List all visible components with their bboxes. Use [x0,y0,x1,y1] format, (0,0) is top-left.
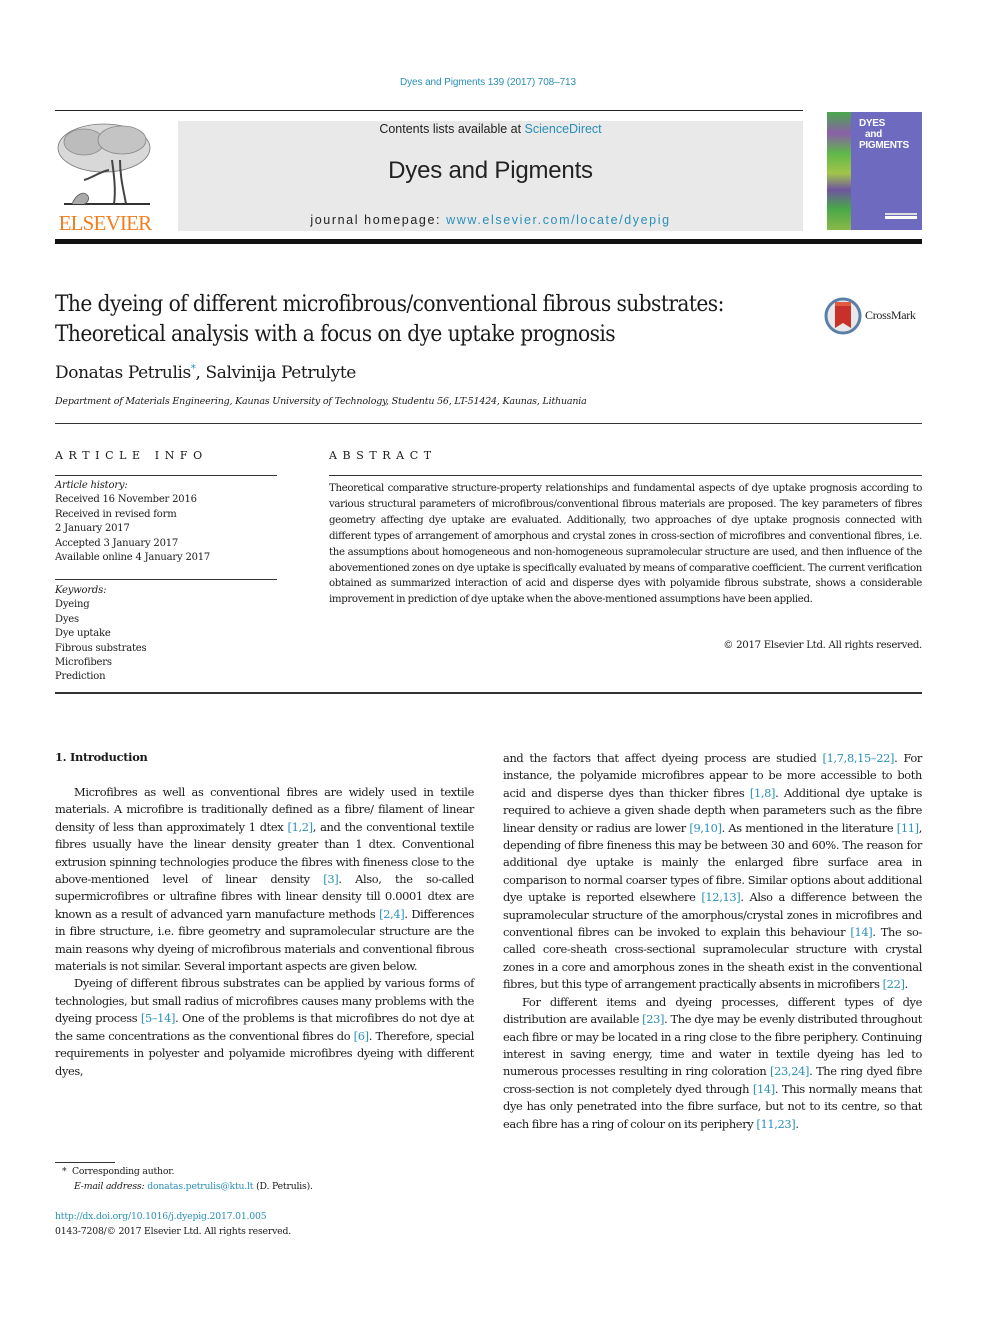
abstract-copyright: © 2017 Elsevier Ltd. All rights reserved… [723,640,922,651]
keyword-item: Prediction [55,671,106,683]
body-paragraph: For different items and dyeing processes… [503,994,922,1133]
citation-link[interactable]: [1,7,8,15–22] [823,751,895,765]
issn-copyright-line: 0143-7208/© 2017 Elsevier Ltd. All right… [55,1226,291,1237]
body-column-right: and the factors that affect dyeing proce… [503,750,922,1133]
article-title: The dyeing of different microfibrous/con… [55,289,815,349]
history-item: Received 16 November 2016 [55,494,197,506]
journal-cover-image[interactable]: DYES and PIGMENTS [827,112,922,230]
author-separator: , [195,363,206,383]
header-top-rule [55,110,803,112]
journal-name: Dyes and Pigments [388,157,593,184]
article-title-line-1: The dyeing of different microfibrous/con… [55,291,724,317]
contents-prefix: Contents lists available at [379,122,525,136]
citation-link[interactable]: [23,24] [770,1064,809,1078]
history-item: Available online 4 January 2017 [55,552,211,564]
journal-homepage-line: journal homepage: www.elsevier.com/locat… [178,213,803,227]
affiliation-rule [55,423,922,424]
paragraph-text: . [795,1116,799,1131]
history-item: 2 January 2017 [55,523,130,535]
citation-link[interactable]: [9,10] [689,821,722,835]
keyword-item: Dye uptake [55,628,111,640]
citation-link[interactable]: [11,23] [756,1117,795,1131]
journal-citation-link[interactable]: Dyes and Pigments 139 (2017) 708–713 [0,77,976,88]
elsevier-logo[interactable]: ELSEVIER [52,120,158,235]
article-info-heading: ARTICLE INFO [55,449,208,462]
front-matter-rule [55,692,922,694]
cover-publisher-mark [885,212,917,222]
citation-link[interactable]: [3] [323,872,338,886]
keywords: Keywords: Dyeing Dyes Dye uptake Fibrous… [55,584,277,685]
footnote-text: Corresponding author. [71,1166,175,1177]
citation-link[interactable]: [5–14] [141,1011,176,1025]
citation-link[interactable]: [23] [642,1012,664,1026]
corresponding-author-footnote: * Corresponding author. [62,1166,174,1177]
keyword-item: Microfibers [55,657,112,669]
contents-available-line: Contents lists available at ScienceDirec… [178,122,803,136]
sciencedirect-link[interactable]: ScienceDirect [525,122,602,136]
cover-title-line: and [865,129,882,140]
email-suffix: (D. Petrulis). [253,1181,313,1192]
article-history: Article history: Received 16 November 20… [55,479,277,565]
author-list: Donatas Petrulis*, Salvinija Petrulyte [55,363,356,383]
abstract-heading: ABSTRACT [329,449,437,462]
body-paragraph: and the factors that affect dyeing proce… [503,750,922,994]
citation-link[interactable]: [12,13] [701,890,740,904]
keywords-heading: Keywords: [55,585,107,596]
header-thick-rule [55,239,922,244]
body-paragraph: Microfibres as well as conventional fibr… [55,784,474,975]
elsevier-tree-icon [57,123,151,205]
keywords-rule [55,579,277,580]
email-label: E-mail address: [74,1181,145,1192]
email-footnote: E-mail address: donatas.petrulis@ktu.lt … [74,1181,313,1192]
citation-link[interactable]: [11] [897,821,919,835]
article-history-heading: Article history: [55,480,128,491]
cover-title: DYES and PIGMENTS [859,118,909,151]
doi-line: http://dx.doi.org/10.1016/j.dyepig.2017.… [55,1211,267,1222]
author-email-link[interactable]: donatas.petrulis@ktu.lt [147,1181,253,1192]
author-affiliation: Department of Materials Engineering, Kau… [55,396,587,407]
crossmark-label: CrossMark [865,308,916,322]
history-item: Received in revised form [55,508,177,520]
homepage-prefix: journal homepage: [310,213,447,227]
history-item: Accepted 3 January 2017 [55,537,179,549]
doi-link[interactable]: http://dx.doi.org/10.1016/j.dyepig.2017.… [55,1211,267,1222]
section-heading-introduction: 1. Introduction [55,750,148,764]
citation-link[interactable]: [14] [850,925,872,939]
crossmark-icon [824,297,862,335]
footnote-rule [55,1162,115,1163]
author-name[interactable]: Salvinija Petrulyte [206,363,357,383]
crossmark-button[interactable]: CrossMark [824,296,924,336]
cover-title-line: DYES [859,118,886,129]
cover-art-strip [827,112,851,230]
paragraph-text: and the factors that affect dyeing proce… [503,751,823,765]
footnote-marker: * [62,1166,67,1177]
citation-link[interactable]: [6] [354,1029,369,1043]
elsevier-wordmark: ELSEVIER [58,211,153,235]
author-name[interactable]: Donatas Petrulis [55,363,191,383]
cover-title-line: PIGMENTS [859,140,909,151]
abstract-body: Theoretical comparative structure-proper… [329,483,922,606]
article-info-rule [55,475,277,476]
keyword-item: Dyeing [55,599,90,611]
citation-link[interactable]: [14] [753,1082,775,1096]
abstract-rule [329,475,922,476]
paragraph-text: . As mentioned in the literature [721,820,897,835]
citation-link[interactable]: [1,2] [287,820,313,834]
citation-link[interactable]: [1,8] [750,786,776,800]
citation-link[interactable]: [2,4] [379,907,405,921]
journal-banner: Contents lists available at ScienceDirec… [178,121,803,231]
body-column-left: Microfibres as well as conventional fibr… [55,784,474,1080]
journal-homepage-link[interactable]: www.elsevier.com/locate/dyepig [446,213,670,227]
body-paragraph: Dyeing of different fibrous substrates c… [55,975,474,1079]
keyword-item: Dyes [55,613,79,625]
citation-link[interactable]: [22] [883,977,905,991]
paragraph-text: . [904,977,909,992]
keyword-item: Fibrous substrates [55,642,147,654]
article-title-line-2: Theoretical analysis with a focus on dye… [55,321,616,347]
